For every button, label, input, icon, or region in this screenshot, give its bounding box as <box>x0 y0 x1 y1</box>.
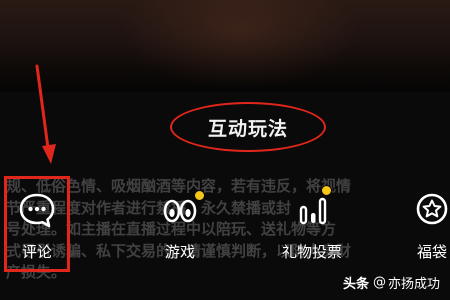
gift-vote-new-badge <box>321 185 332 196</box>
gift-vote-label: 礼物投票 <box>281 243 342 261</box>
watermark-author: 亦扬成功 <box>387 277 440 292</box>
video-glow <box>120 0 360 90</box>
watermark-brand: 头条 <box>342 277 369 292</box>
game-button[interactable]: 游戏 <box>137 183 223 271</box>
lucky-bag-star-icon <box>411 189 450 231</box>
game-new-badge <box>194 190 205 201</box>
gift-vote-bars-icon <box>291 185 333 231</box>
lucky-bag-button[interactable]: 福袋 <box>389 183 450 271</box>
lucky-bag-label: 福袋 <box>416 243 447 261</box>
gift-vote-button[interactable]: 礼物投票 <box>269 183 355 271</box>
game-eyes-icon <box>159 189 205 231</box>
comment-highlight-box <box>4 176 70 272</box>
game-label: 游戏 <box>164 243 195 261</box>
title-highlight-ellipse <box>170 102 326 152</box>
watermark-at: @ <box>372 275 386 290</box>
watermark: 头条 @ 亦扬成功 <box>343 273 440 292</box>
